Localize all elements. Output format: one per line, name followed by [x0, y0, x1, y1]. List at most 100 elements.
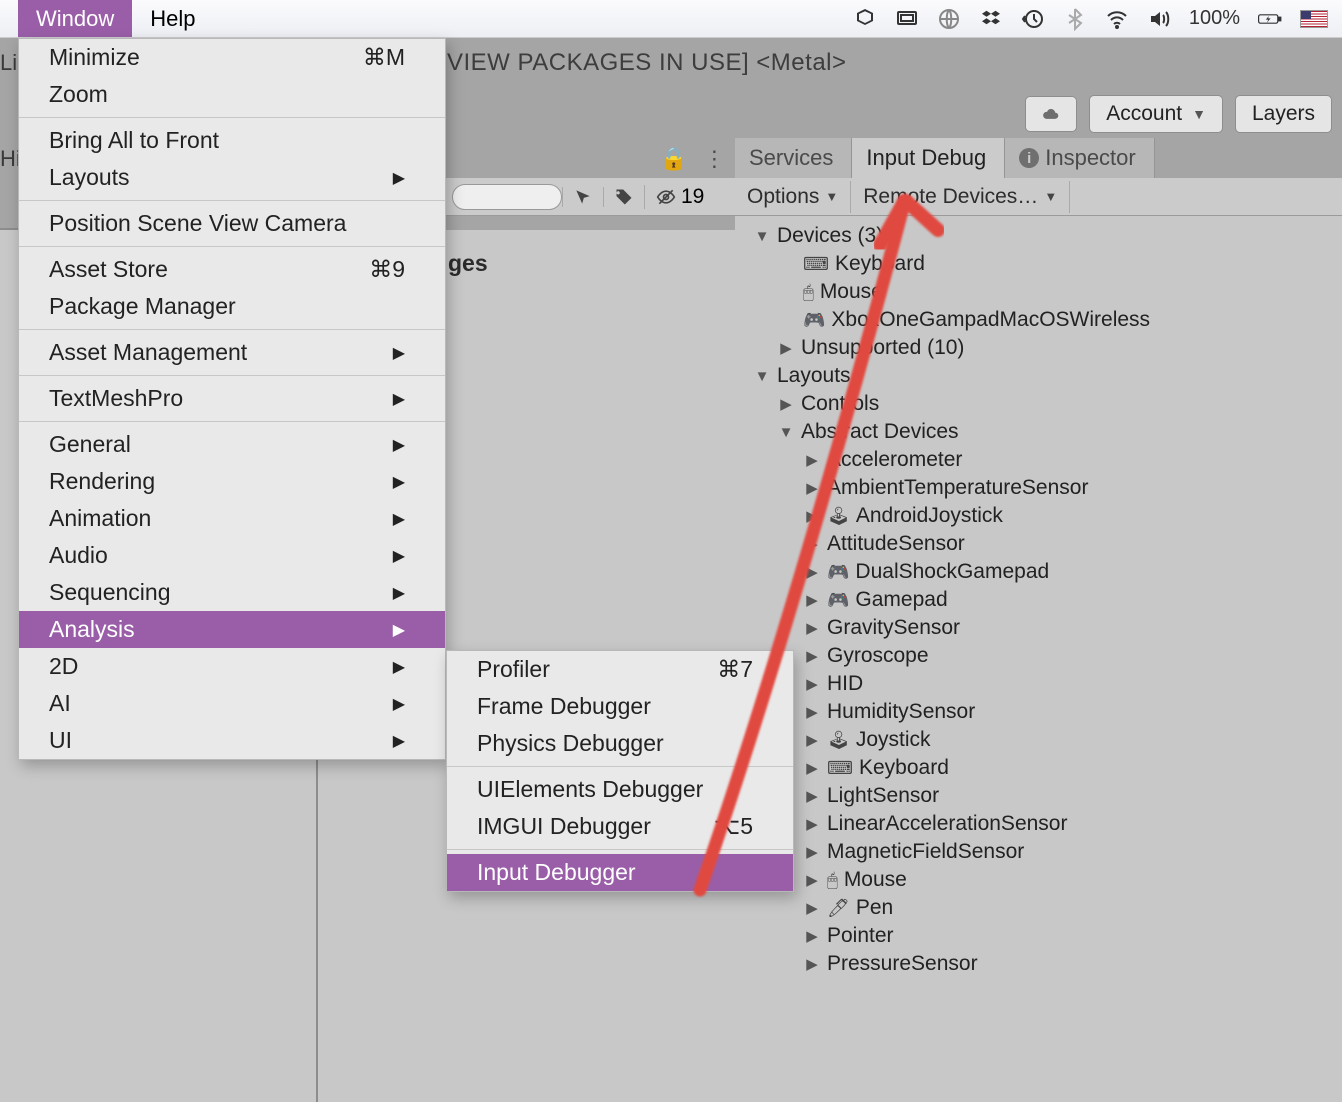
kebab-menu-icon[interactable]: ⋮ [703, 146, 725, 172]
pick-icon[interactable] [562, 187, 603, 207]
menu-ai[interactable]: AI▶ [19, 685, 445, 722]
tree-accel-label: Accelerometer [827, 448, 962, 472]
disclosure-closed-icon: ▶ [803, 899, 821, 917]
menu-audio[interactable]: Audio ▶ [19, 537, 445, 574]
menu-general[interactable]: General▶ [19, 426, 445, 463]
tree-hid[interactable]: ▶HID [735, 670, 1342, 698]
tree-gyroscope[interactable]: ▶Gyroscope [735, 642, 1342, 670]
layers-dropdown[interactable]: Layers [1235, 95, 1332, 133]
tree-controls[interactable]: ▶Controls [735, 390, 1342, 418]
menu-animation-label: Animation [49, 505, 151, 532]
tab-input-debug[interactable]: Input Debug [852, 138, 1005, 178]
menu-analysis-label: Analysis [49, 616, 135, 643]
tree-attitude[interactable]: ▶AttitudeSensor [735, 530, 1342, 558]
tree-lightsensor[interactable]: ▶LightSensor [735, 782, 1342, 810]
menu-audio-label: Audio [49, 542, 108, 569]
search-input[interactable] [452, 184, 562, 210]
menu-2d[interactable]: 2D▶ [19, 648, 445, 685]
tree-unsupported[interactable]: ▶Unsupported (10) [735, 334, 1342, 362]
mouse-icon: 🖱 [827, 870, 838, 891]
options-dropdown[interactable]: Options▼ [735, 181, 851, 213]
tree-gravity[interactable]: ▶GravitySensor [735, 614, 1342, 642]
tree-ambient[interactable]: ▶ AmbientTemperatureSensor [735, 474, 1342, 502]
disclosure-closed-icon: ▶ [777, 339, 795, 357]
keyboard-icon: ⌨ [803, 254, 829, 275]
remote-devices-dropdown[interactable]: Remote Devices…▼ [851, 181, 1070, 213]
tree-kb2-label: Keyboard [859, 756, 949, 780]
tree-ambient-label: AmbientTemperatureSensor [827, 476, 1088, 500]
tree-keyboard2[interactable]: ▶⌨Keyboard [735, 754, 1342, 782]
tree-android-joy-label: AndroidJoystick [856, 504, 1003, 528]
tree-pen[interactable]: ▶🖊Pen [735, 894, 1342, 922]
tree-gamepad[interactable]: ▶🎮Gamepad [735, 586, 1342, 614]
tree-mouse2[interactable]: ▶🖱Mouse [735, 866, 1342, 894]
tree-linaccel[interactable]: ▶LinearAccelerationSensor [735, 810, 1342, 838]
menu-textmeshpro[interactable]: TextMeshPro▶ [19, 380, 445, 417]
disclosure-closed-icon: ▶ [803, 843, 821, 861]
tree-android-joystick[interactable]: ▶🕹AndroidJoystick [735, 502, 1342, 530]
menubar-help[interactable]: Help [132, 0, 213, 37]
submenu-frame-debugger[interactable]: Frame Debugger [447, 688, 793, 725]
menu-bring-front[interactable]: Bring All to Front [19, 122, 445, 159]
submenu-input-debugger-label: Input Debugger [477, 859, 636, 886]
tree-pressure[interactable]: ▶PressureSensor [735, 950, 1342, 978]
menubar-status-icons: 100% [853, 7, 1342, 31]
tree-dualshock-label: DualShockGamepad [855, 560, 1049, 584]
menu-zoom[interactable]: Zoom [19, 76, 445, 113]
tree-keyboard[interactable]: ⌨Keyboard [735, 250, 1342, 278]
submenu-arrow-icon: ▶ [393, 509, 405, 529]
menu-asset-store[interactable]: Asset Store⌘9 [19, 251, 445, 288]
account-dropdown[interactable]: Account▼ [1089, 95, 1223, 133]
menu-position-camera[interactable]: Position Scene View Camera [19, 205, 445, 242]
menu-asset-management[interactable]: Asset Management▶ [19, 334, 445, 371]
tree-mouse[interactable]: 🖱Mouse [735, 278, 1342, 306]
tree-magnetic[interactable]: ▶MagneticFieldSensor [735, 838, 1342, 866]
menu-minimize[interactable]: Minimize⌘M [19, 39, 445, 76]
submenu-arrow-icon: ▶ [393, 168, 405, 188]
panel-toolbar: Options▼ Remote Devices…▼ [735, 178, 1342, 216]
disclosure-closed-icon: ▶ [803, 479, 821, 497]
cloud-button[interactable] [1025, 96, 1077, 132]
submenu-arrow-icon: ▶ [393, 620, 405, 640]
menu-animation[interactable]: Animation ▶ [19, 500, 445, 537]
menu-ui[interactable]: UI▶ [19, 722, 445, 759]
menu-sequencing[interactable]: Sequencing▶ [19, 574, 445, 611]
menu-analysis[interactable]: Analysis ▶ [19, 611, 445, 648]
menu-layouts-label: Layouts [49, 164, 130, 191]
tree-light-label: LightSensor [827, 784, 939, 808]
menu-separator [19, 200, 445, 201]
submenu-uielements-debugger[interactable]: UIElements Debugger [447, 771, 793, 808]
disclosure-open-icon: ▼ [753, 228, 771, 245]
tree-pointer[interactable]: ▶Pointer [735, 922, 1342, 950]
joystick-icon: 🕹 [827, 506, 850, 527]
tab-services[interactable]: Services [735, 138, 852, 178]
menu-rendering[interactable]: Rendering▶ [19, 463, 445, 500]
disclosure-closed-icon: ▶ [803, 955, 821, 973]
submenu-imgui-debugger[interactable]: IMGUI Debugger⌥5 [447, 808, 793, 845]
tree-humidity[interactable]: ▶HumiditySensor [735, 698, 1342, 726]
tree-accelerometer[interactable]: ▶Accelerometer [735, 446, 1342, 474]
battery-charging-icon [1258, 7, 1282, 31]
menu-package-manager[interactable]: Package Manager [19, 288, 445, 325]
submenu-physics-debugger[interactable]: Physics Debugger [447, 725, 793, 762]
tree-xbox[interactable]: 🎮XboxOneGampadMacOSWireless [735, 306, 1342, 334]
menubar-window[interactable]: Window [18, 0, 132, 37]
analysis-submenu: Profiler⌘7 Frame Debugger Physics Debugg… [446, 650, 794, 892]
submenu-profiler[interactable]: Profiler⌘7 [447, 651, 793, 688]
tree-abstract-devices[interactable]: ▼Abstract Devices [735, 418, 1342, 446]
submenu-input-debugger[interactable]: Input Debugger [447, 854, 793, 891]
disclosure-closed-icon: ▶ [803, 535, 821, 553]
tab-inspector[interactable]: iInspector [1005, 138, 1155, 178]
menu-separator [19, 246, 445, 247]
submenu-arrow-icon: ▶ [393, 546, 405, 566]
tag-icon[interactable] [603, 187, 644, 207]
menu-general-label: General [49, 431, 131, 458]
visibility-count[interactable]: 19 [644, 185, 714, 209]
tree-joystick[interactable]: ▶🕹Joystick [735, 726, 1342, 754]
tree-layouts[interactable]: ▼Layouts [735, 362, 1342, 390]
submenu-arrow-icon: ▶ [393, 731, 405, 751]
lock-icon[interactable]: 🔒 [660, 146, 687, 172]
tree-dualshock[interactable]: ▶🎮DualShockGamepad [735, 558, 1342, 586]
tree-devices[interactable]: ▼Devices (3) [735, 222, 1342, 250]
menu-layouts[interactable]: Layouts ▶ [19, 159, 445, 196]
